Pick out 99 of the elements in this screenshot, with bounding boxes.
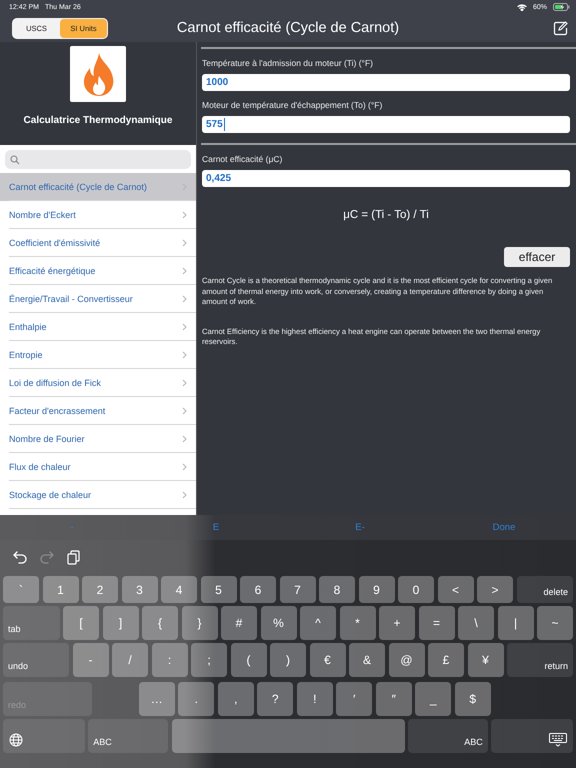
chevron-icon <box>182 267 187 275</box>
accessory-key[interactable]: Done <box>432 522 576 533</box>
chevron-icon <box>182 239 187 247</box>
keyboard-key[interactable]: ″ <box>376 682 412 716</box>
keyboard-key[interactable]: , <box>218 682 254 716</box>
battery-icon <box>553 3 570 11</box>
app-title: Calculatrice Thermodynamique <box>24 115 172 126</box>
keyboard-key[interactable]: + <box>379 606 415 640</box>
keyboard-key[interactable]: @ <box>388 643 424 677</box>
list-item[interactable]: Enthalpie <box>0 313 196 341</box>
keyboard-key[interactable]: ? <box>257 682 294 716</box>
list-item[interactable]: Coefficient d'émissivité <box>0 229 196 257</box>
chevron-icon <box>182 211 187 219</box>
keyboard-key[interactable]: ~ <box>537 606 573 640</box>
keyboard-key[interactable]: [ <box>63 606 99 640</box>
chevron-icon <box>182 435 187 443</box>
chevron-icon <box>182 323 187 331</box>
keyboard-key[interactable]: ′ <box>336 682 372 716</box>
result-field: 0,425 <box>202 170 570 187</box>
keyboard-key[interactable]: ^ <box>300 606 336 640</box>
keyboard-key[interactable]: 0 <box>398 576 434 603</box>
keyboard-key[interactable]: 9 <box>358 576 394 603</box>
keyboard-key[interactable]: 5 <box>200 576 236 603</box>
keyboard-key[interactable]: 7 <box>280 576 316 603</box>
keyboard-key[interactable]: 2 <box>82 576 118 603</box>
list-item[interactable]: Entropie <box>0 341 196 369</box>
keyboard-key[interactable]: … <box>138 682 175 716</box>
chevron-icon <box>182 379 187 387</box>
accessory-key[interactable]: E <box>144 522 288 533</box>
list-item[interactable]: Énergie/Travail - Convertisseur <box>0 285 196 313</box>
list-item[interactable]: Loi de diffusion de Fick <box>0 369 196 397</box>
keyboard-key[interactable]: 4 <box>161 576 197 603</box>
list-item[interactable]: Stockage de chaleur <box>0 481 196 509</box>
input-field[interactable]: 575 <box>202 116 570 133</box>
search-field[interactable] <box>5 150 191 169</box>
field-label: Température à l'admission du moteur (Ti) (°F) <box>202 58 374 68</box>
keyboard-key[interactable]: \ <box>458 606 494 640</box>
undo-icon[interactable] <box>13 550 28 564</box>
keyboard-key[interactable]: ; <box>191 643 227 677</box>
keyboard-key[interactable]: _ <box>415 682 452 716</box>
keyboard-key[interactable]: tab <box>3 606 60 640</box>
keyboard-key[interactable]: delete <box>516 576 573 603</box>
keyboard-key[interactable]: ` <box>3 576 39 603</box>
keyboard-key[interactable]: $ <box>454 682 491 716</box>
chevron-icon <box>182 407 187 415</box>
keyboard-key[interactable]: & <box>349 643 385 677</box>
keyboard-key[interactable]: * <box>340 606 376 640</box>
chevron-icon <box>182 351 187 359</box>
keyboard-key[interactable]: { <box>142 606 178 640</box>
list-item[interactable]: Facteur d'encrassement <box>0 397 196 425</box>
keyboard-key[interactable]: < <box>438 576 474 603</box>
keyboard-key[interactable]: 8 <box>319 576 355 603</box>
keyboard-key[interactable]: > <box>477 576 513 603</box>
hide-keyboard-key[interactable] <box>491 719 573 753</box>
globe-key[interactable] <box>3 719 85 753</box>
keyboard-key[interactable]: £ <box>428 643 464 677</box>
result-label: Carnot efficacité (μC) <box>202 154 284 164</box>
keyboard-key[interactable]: # <box>221 606 257 640</box>
clipboard-icon[interactable] <box>67 550 82 564</box>
keyboard-key[interactable]: 1 <box>42 576 78 603</box>
keyboard-key[interactable]: 3 <box>122 576 158 603</box>
keyboard-key[interactable]: ! <box>296 682 333 716</box>
chevron-icon <box>182 295 187 303</box>
keyboard-key[interactable]: . <box>178 682 214 716</box>
keyboard-key[interactable]: ABC <box>408 719 488 753</box>
list-item[interactable]: Flux de chaleur <box>0 453 196 481</box>
keyboard-key[interactable]: / <box>112 643 148 677</box>
list-item[interactable]: Nombre de Fourier <box>0 425 196 453</box>
keyboard-key[interactable]: | <box>498 606 534 640</box>
keyboard-key[interactable]: } <box>182 606 218 640</box>
input-field[interactable]: 1000 <box>202 74 570 91</box>
keyboard-key[interactable]: = <box>418 606 454 640</box>
keyboard-key[interactable]: ABC <box>88 719 168 753</box>
compose-icon[interactable] <box>553 20 568 36</box>
keyboard-key[interactable]: return <box>507 643 573 677</box>
globe-icon <box>9 733 23 747</box>
chevron-icon <box>182 491 187 499</box>
search-icon <box>10 154 20 164</box>
accessory-key[interactable]: E- <box>288 522 432 533</box>
keyboard-key[interactable]: undo <box>3 643 69 677</box>
keyboard-key[interactable]: : <box>152 643 188 677</box>
formula-text: μC = (Ti - To) / Ti <box>343 209 429 221</box>
list-item[interactable]: Nombre d'Eckert <box>0 201 196 229</box>
keyboard-key[interactable]: % <box>260 606 296 640</box>
wifi-icon <box>516 3 527 11</box>
keyboard-key[interactable]: ) <box>270 643 306 677</box>
field-label: Moteur de température d'échappement (To) (°F) <box>202 100 384 110</box>
chevron-icon <box>182 463 187 471</box>
keyboard-key[interactable]: ( <box>230 643 266 677</box>
keyboard-key[interactable]: ¥ <box>468 643 504 677</box>
keyboard-key[interactable]: € <box>310 643 346 677</box>
clear-button[interactable]: effacer <box>504 247 570 267</box>
keyboard-key[interactable]: - <box>72 643 108 677</box>
list-item[interactable]: Carnot efficacité (Cycle de Carnot) <box>0 173 196 201</box>
keyboard-key[interactable]: ] <box>102 606 138 640</box>
keyboard-key[interactable]: 6 <box>240 576 276 603</box>
list-item[interactable]: Efficacité énergétique <box>0 257 196 285</box>
keyboard-icon <box>549 733 567 747</box>
nav-title: Carnot efficacité (Cycle de Carnot) <box>176 20 400 36</box>
